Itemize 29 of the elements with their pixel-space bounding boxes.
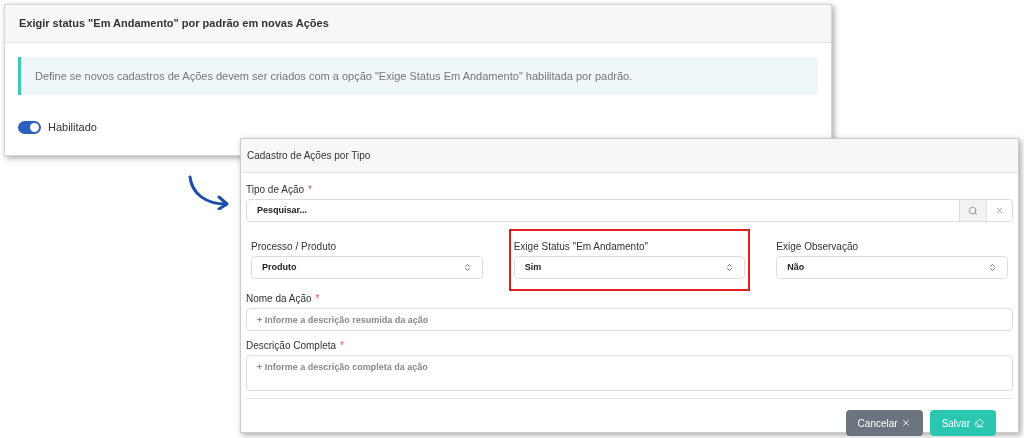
field-label: Exige Observação	[776, 241, 859, 252]
search-field[interactable]: Pesquisar...	[246, 199, 1013, 222]
close-icon	[995, 206, 1004, 215]
info-text: Define se novos cadastros de Ações devem ser criados com a opção "Exige Status Em Andamento" habilitada por padrão.	[35, 68, 633, 84]
field-label: Descrição Completa	[246, 340, 337, 351]
search-icon	[968, 205, 978, 216]
required-mark: *	[340, 340, 344, 351]
close-icon	[900, 418, 911, 428]
textarea-field[interactable]: + Informe a descrição completa da ação	[246, 355, 1013, 391]
field-label: Exige Status "Em Andamento"	[513, 241, 649, 252]
sort-icon	[988, 263, 997, 272]
sort-icon	[462, 263, 472, 272]
select-field[interactable]: Não	[776, 256, 1008, 279]
sort-icon	[725, 263, 735, 272]
required-mark: *	[315, 293, 320, 304]
field-label: Nome da Ação	[246, 293, 312, 304]
required-mark: *	[308, 184, 312, 195]
eraser-icon	[974, 418, 984, 428]
field-label: Tipo de Ação	[246, 184, 304, 195]
search-button[interactable]	[959, 200, 986, 221]
cancel-button[interactable]: Cancelar	[845, 410, 923, 436]
field-label: Processo / Produto	[251, 241, 337, 252]
toggle-label: Habilitado	[48, 120, 97, 135]
input-field[interactable]: + Informe a descrição resumida da ação	[246, 308, 1013, 331]
toggle-switch[interactable]	[18, 120, 41, 134]
select-field[interactable]: Sim	[513, 256, 746, 279]
select-field[interactable]: Produto	[251, 256, 483, 279]
window-title: Cadastro de Ações por Tipo	[247, 149, 371, 163]
panel-title: Exigir status "Em Andamento" por padrão em novas Ações	[19, 16, 329, 32]
